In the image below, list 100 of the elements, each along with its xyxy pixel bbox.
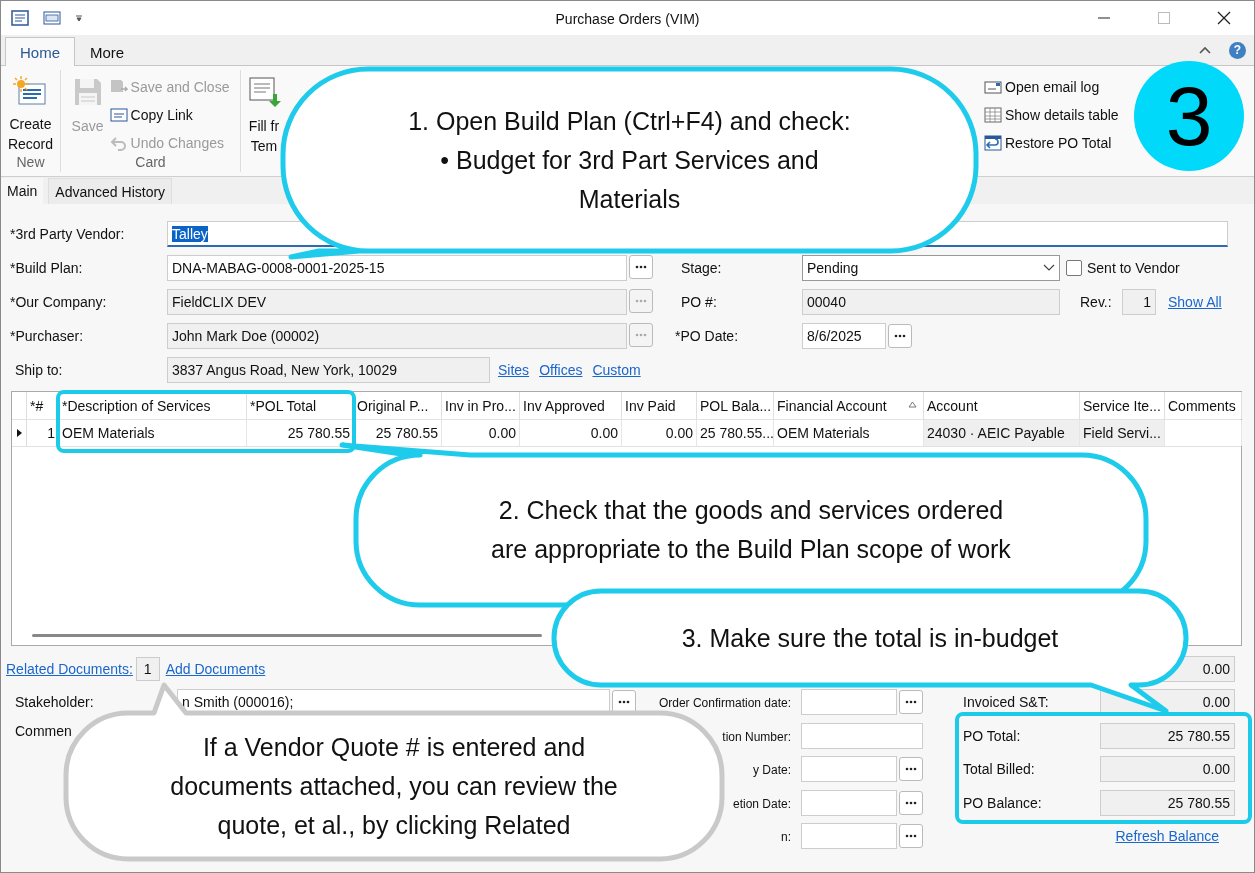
add-documents-link[interactable]: Add Documents: [165, 660, 266, 677]
window-title: Purchase Orders (VIM): [555, 11, 700, 27]
input-field[interactable]: [801, 756, 897, 783]
total-label: Invoiced S&T:: [963, 694, 1050, 711]
document-icon[interactable]: [11, 10, 29, 26]
ellipsis-icon: [635, 265, 647, 269]
field-label: tion Number:: [722, 729, 791, 744]
copy-link-button[interactable]: Copy Link: [109, 104, 230, 126]
related-documents-link[interactable]: Related Documents:: [6, 660, 133, 677]
dropdown-icon[interactable]: [75, 14, 83, 22]
ellipsis-icon: [905, 834, 917, 839]
browse-button[interactable]: [629, 323, 653, 347]
new-card-icon: [13, 76, 48, 106]
total-label: PO Total:: [963, 727, 1022, 744]
column-header[interactable]: *#: [27, 392, 59, 419]
ribbon-tab[interactable]: Home: [5, 37, 75, 66]
field-label: *Our Company:: [9, 294, 108, 310]
table-cell: 24030 · AEIC Payable: [924, 420, 1080, 446]
field-label: *Build Plan:: [9, 260, 84, 276]
field-label: etion Date:: [732, 796, 791, 811]
callout-text: 3. Make sure the total is in-budget: [681, 622, 1059, 654]
column-header[interactable]: *Description of Services: [59, 392, 247, 419]
field-label: Ship to:: [14, 362, 64, 378]
callout-text: 2. Check that the goods and services ordered are appropriate to the Build Plan scope of work: [491, 495, 1011, 565]
table-cell: OEM Materials: [59, 420, 247, 446]
ellipsis-icon: [635, 299, 647, 303]
field-label: Commen: [14, 723, 73, 739]
callout-text: If a Vendor Quote # is entered and documents attached, you can review the quote, et al., by clicking Related: [170, 731, 618, 841]
total-label: Total Billed:: [963, 761, 1036, 778]
column-header[interactable]: Inv Approved: [520, 392, 622, 419]
po-date-field[interactable]: 8/6/2025: [802, 323, 886, 349]
column-header[interactable]: Original P...: [354, 392, 442, 419]
floppy-arrow-icon: [109, 79, 128, 95]
field-label: *Purchaser:: [9, 328, 85, 344]
column-header[interactable]: POL Bala...: [697, 392, 774, 419]
total-field: 25 780.55: [1100, 722, 1235, 749]
address-link[interactable]: Offices: [539, 362, 583, 378]
show-all-link[interactable]: Show All: [1168, 294, 1222, 310]
field-label: Stage:: [680, 260, 723, 276]
date-picker-button[interactable]: [899, 757, 923, 782]
window-icon[interactable]: [43, 10, 61, 26]
document-count: 1: [135, 656, 160, 681]
callout-text: 1. Open Build Plan (Ctrl+F4) and check: • Budget for 3rd Part Services and Materials: [408, 105, 851, 215]
column-header[interactable]: *POL Total: [247, 392, 354, 419]
ellipsis-icon: [905, 767, 917, 772]
stage-dropdown[interactable]: Pending: [802, 255, 1060, 281]
ribbon-tab[interactable]: More: [75, 37, 140, 66]
window-arrow-icon: [984, 135, 1002, 151]
column-header[interactable]: Inv in Pro...: [442, 392, 520, 419]
refresh-balance-link[interactable]: Refresh Balance: [1115, 828, 1219, 845]
column-header[interactable]: Financial Account: [774, 392, 924, 419]
column-header[interactable]: Account: [924, 392, 1080, 419]
ellipsis-icon: [905, 700, 917, 705]
address-link[interactable]: Sites: [498, 362, 530, 378]
help-icon[interactable]: ?: [1229, 41, 1246, 59]
column-header[interactable]: Inv Paid: [622, 392, 697, 419]
column-header[interactable]: Comments: [1165, 392, 1242, 419]
column-header[interactable]: Service Ite...: [1080, 392, 1165, 419]
ellipsis-icon: [905, 800, 917, 805]
details-table-button[interactable]: Show details table: [984, 104, 1119, 126]
revision-field[interactable]: 1: [1122, 289, 1156, 315]
envelope-icon: [984, 79, 1002, 95]
date-picker-button[interactable]: [899, 690, 923, 715]
field-label: y Date:: [753, 763, 791, 778]
card-tab[interactable]: Main: [1, 178, 44, 204]
close-icon: [1217, 11, 1231, 25]
browse-button[interactable]: [629, 255, 653, 279]
field-label: n:: [781, 830, 791, 845]
link-card-icon: [109, 107, 128, 123]
group-label: Card: [135, 154, 166, 170]
field-label: *3rd Party Vendor:: [9, 226, 126, 242]
field-label: *PO Date:: [675, 328, 740, 344]
undo-icon: [109, 135, 128, 151]
table-cell: Field Servi...: [1080, 420, 1165, 446]
date-picker-button[interactable]: [899, 790, 923, 815]
date-picker-button[interactable]: [899, 824, 923, 849]
chevron-down-icon: [1043, 264, 1055, 272]
fill-template-button[interactable]: Fill fr Tem: [247, 76, 281, 156]
card-tab[interactable]: Advanced History: [48, 178, 173, 204]
input-field[interactable]: [801, 689, 897, 716]
address-link[interactable]: Custom: [592, 362, 641, 378]
field-label: Rev.:: [1080, 294, 1113, 310]
field-label: PO #:: [680, 294, 718, 310]
ellipsis-icon: [618, 700, 630, 705]
date-picker-button[interactable]: [888, 324, 912, 348]
scrollbar[interactable]: [32, 634, 542, 637]
ellipsis-icon: [635, 333, 647, 337]
table-icon: [984, 107, 1002, 123]
total-field: 25 780.55: [1100, 789, 1235, 816]
input-field[interactable]: [801, 722, 923, 749]
create-record-button[interactable]: Create Record: [7, 76, 54, 154]
table-cell: 1: [27, 420, 59, 446]
maximize-icon: [1157, 11, 1171, 25]
sent-to-vendor-checkbox[interactable]: Sent to Vendor: [1066, 260, 1180, 276]
input-field[interactable]: [801, 823, 897, 850]
ellipsis-icon: [894, 334, 906, 338]
input-field[interactable]: [801, 789, 897, 816]
collapse-icon[interactable]: [1199, 46, 1211, 54]
browse-button[interactable]: [629, 289, 653, 313]
build-plan-field[interactable]: DNA-MABAG-0008-0001-2025-15: [167, 255, 627, 281]
